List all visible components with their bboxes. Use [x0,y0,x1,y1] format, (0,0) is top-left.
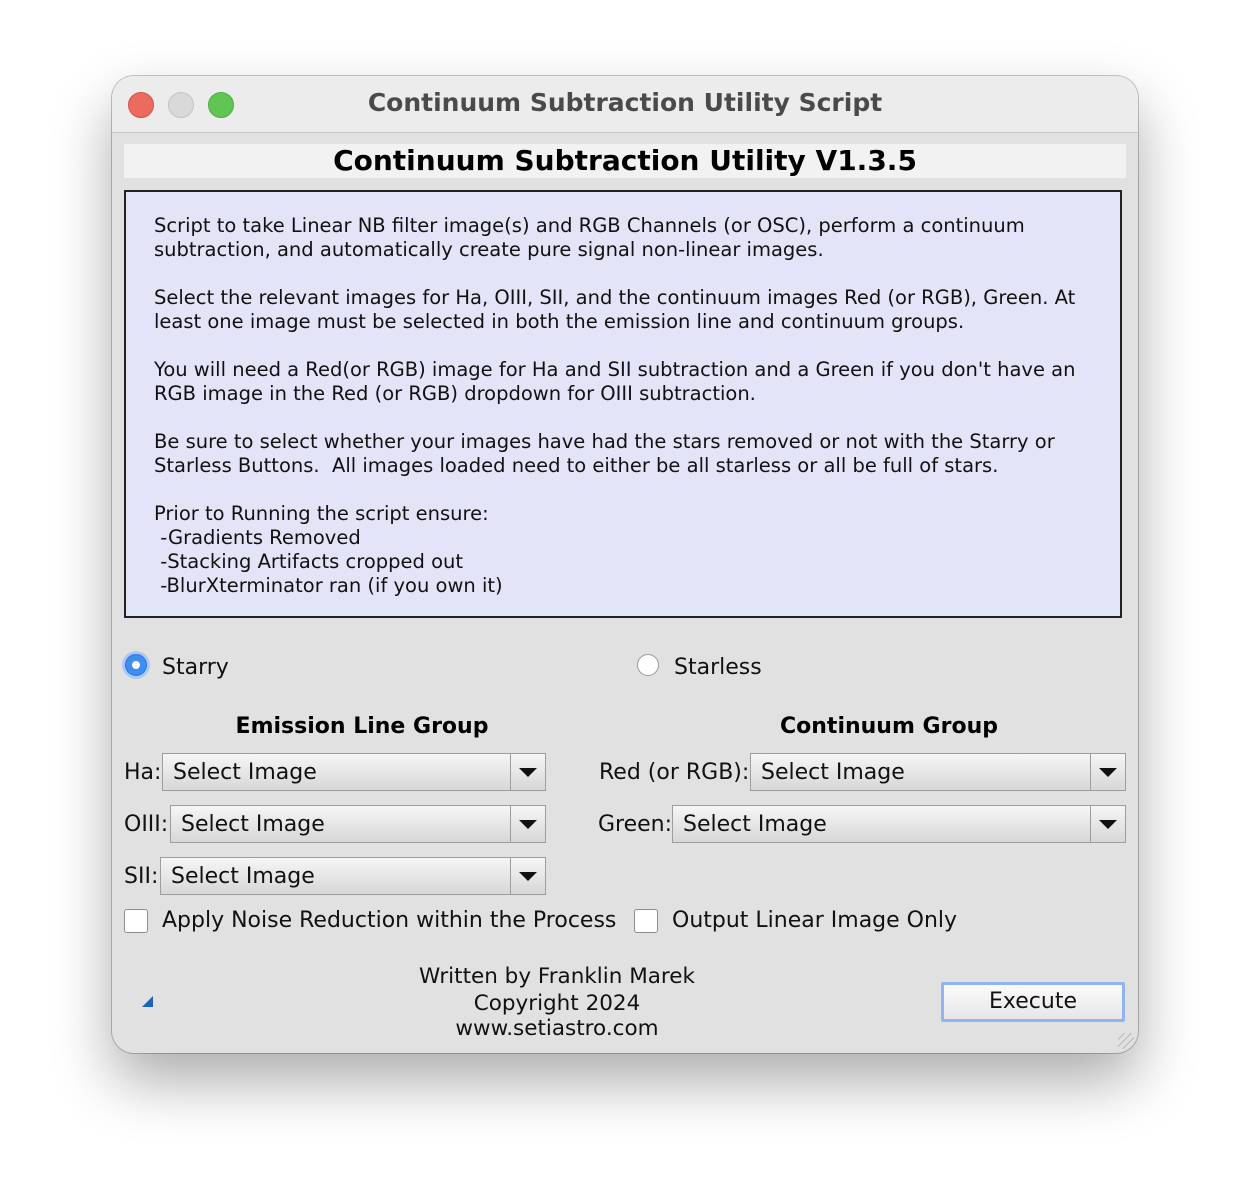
author-text: Written by Franklin Marek [419,964,695,989]
chevron-down-icon [510,858,545,894]
noise-reduction-label[interactable]: Apply Noise Reduction within the Process [162,907,616,935]
green-label: Green: [598,812,673,837]
starry-radio[interactable] [125,654,147,676]
ha-select-value: Select Image [173,760,317,785]
red-image-select[interactable]: Select Image [750,753,1126,791]
chevron-down-icon [510,806,545,842]
red-select-value: Select Image [761,760,905,785]
continuum-group-title: Continuum Group [780,714,998,739]
starry-radio-label[interactable]: Starry [162,654,229,682]
green-image-select[interactable]: Select Image [672,805,1126,843]
sii-label: SII: [124,864,159,889]
linear-only-checkbox[interactable] [634,909,658,933]
title-bar: Continuum Subtraction Utility Script [112,76,1138,133]
window-title: Continuum Subtraction Utility Script [367,88,883,117]
copyright-text: Copyright 2024 [473,991,641,1016]
oiii-label: OIII: [124,812,169,837]
oiii-image-select[interactable]: Select Image [170,805,546,843]
ha-label: Ha: [124,760,162,785]
linear-only-label[interactable]: Output Linear Image Only [672,907,957,935]
resize-grip-icon[interactable] [1118,1033,1134,1049]
noise-reduction-checkbox[interactable] [124,909,148,933]
sii-image-select[interactable]: Select Image [160,857,546,895]
execute-button[interactable]: Execute [941,982,1125,1022]
green-select-value: Select Image [683,812,827,837]
oiii-select-value: Select Image [181,812,325,837]
chevron-down-icon [510,754,545,790]
starless-radio[interactable] [637,654,659,676]
instructions-text: Script to take Linear NB filter image(s)… [124,190,1122,618]
app-window: Continuum Subtraction Utility Script Con… [112,76,1138,1053]
app-title: Continuum Subtraction Utility V1.3.5 [124,144,1126,178]
chevron-down-icon [1090,806,1125,842]
sii-select-value: Select Image [171,864,315,889]
chevron-down-icon [1090,754,1125,790]
corner-triangle-icon [142,996,153,1007]
website-text: www.setiastro.com [455,1016,659,1041]
emission-group-title: Emission Line Group [235,714,489,739]
red-label: Red (or RGB): [599,760,750,785]
starless-radio-label[interactable]: Starless [674,654,762,682]
ha-image-select[interactable]: Select Image [162,753,546,791]
